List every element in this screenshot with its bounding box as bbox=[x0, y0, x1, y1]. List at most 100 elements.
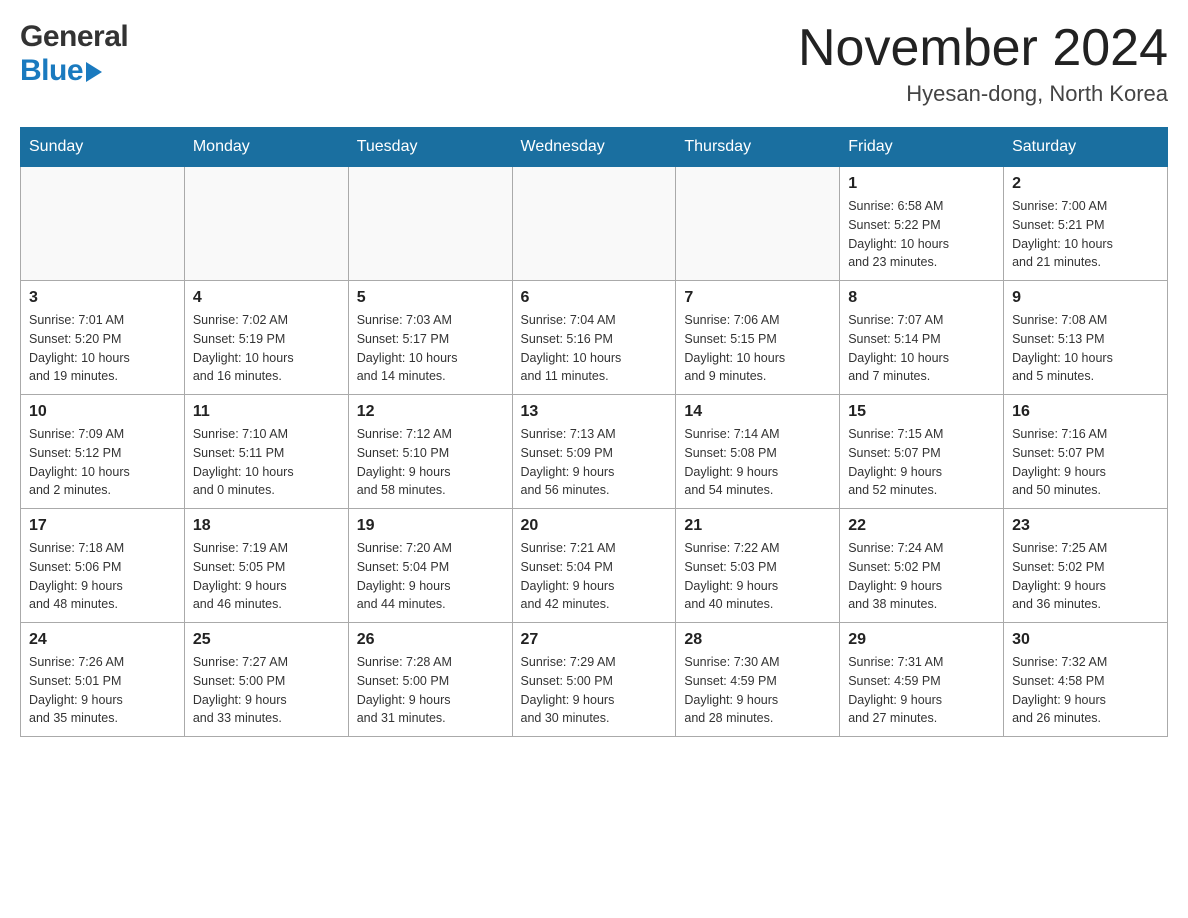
week-row-1: 1 Sunrise: 6:58 AMSunset: 5:22 PMDaylight… bbox=[21, 167, 1168, 281]
calendar-cell: 27 Sunrise: 7:29 AMSunset: 5:00 PMDayligh… bbox=[512, 623, 676, 737]
day-info: Sunrise: 7:24 AMSunset: 5:02 PMDaylight:… bbox=[848, 539, 995, 614]
day-info: Sunrise: 7:16 AMSunset: 5:07 PMDaylight:… bbox=[1012, 425, 1159, 500]
week-row-3: 10Sunrise: 7:09 AMSunset: 5:12 PMDayligh… bbox=[21, 395, 1168, 509]
day-info: Sunrise: 7:22 AMSunset: 5:03 PMDaylight:… bbox=[684, 539, 831, 614]
calendar-cell: 25 Sunrise: 7:27 AMSunset: 5:00 PMDayligh… bbox=[184, 623, 348, 737]
day-number: 27 bbox=[521, 631, 668, 649]
day-info: Sunrise: 7:31 AMSunset: 4:59 PMDaylight:… bbox=[848, 653, 995, 728]
calendar-cell: 10Sunrise: 7:09 AMSunset: 5:12 PMDayligh… bbox=[21, 395, 185, 509]
calendar-cell: 23 Sunrise: 7:25 AMSunset: 5:02 PMDayligh… bbox=[1004, 509, 1168, 623]
calendar-table: SundayMondayTuesdayWednesdayThursdayFrid… bbox=[20, 127, 1168, 737]
week-row-4: 17 Sunrise: 7:18 AMSunset: 5:06 PMDayligh… bbox=[21, 509, 1168, 623]
day-info: Sunrise: 7:28 AMSunset: 5:00 PMDaylight:… bbox=[357, 653, 504, 728]
calendar-cell bbox=[512, 167, 676, 281]
day-info: Sunrise: 7:27 AMSunset: 5:00 PMDaylight:… bbox=[193, 653, 340, 728]
day-info: Sunrise: 7:15 AMSunset: 5:07 PMDaylight:… bbox=[848, 425, 995, 500]
calendar-cell: 24Sunrise: 7:26 AMSunset: 5:01 PMDayligh… bbox=[21, 623, 185, 737]
day-info: Sunrise: 7:04 AMSunset: 5:16 PMDaylight:… bbox=[521, 311, 668, 386]
day-number: 24 bbox=[29, 631, 176, 649]
day-info: Sunrise: 7:12 AMSunset: 5:10 PMDaylight:… bbox=[357, 425, 504, 500]
day-number: 3 bbox=[29, 289, 176, 307]
calendar-cell: 13 Sunrise: 7:13 AMSunset: 5:09 PMDayligh… bbox=[512, 395, 676, 509]
calendar-cell bbox=[184, 167, 348, 281]
location-label: Hyesan-dong, North Korea bbox=[798, 81, 1168, 107]
calendar-cell: 5Sunrise: 7:03 AMSunset: 5:17 PMDaylight… bbox=[348, 281, 512, 395]
logo-arrow-icon bbox=[86, 62, 102, 82]
page-header: General Blue November 2024 Hyesan-dong, … bbox=[20, 20, 1168, 107]
logo-blue: Blue bbox=[20, 54, 128, 88]
day-info: Sunrise: 6:58 AMSunset: 5:22 PMDaylight:… bbox=[848, 197, 995, 272]
day-info: Sunrise: 7:13 AMSunset: 5:09 PMDaylight:… bbox=[521, 425, 668, 500]
calendar-cell: 17 Sunrise: 7:18 AMSunset: 5:06 PMDayligh… bbox=[21, 509, 185, 623]
day-info: Sunrise: 7:18 AMSunset: 5:06 PMDaylight:… bbox=[29, 539, 176, 614]
week-row-5: 24Sunrise: 7:26 AMSunset: 5:01 PMDayligh… bbox=[21, 623, 1168, 737]
day-number: 25 bbox=[193, 631, 340, 649]
day-number: 20 bbox=[521, 517, 668, 535]
day-number: 9 bbox=[1012, 289, 1159, 307]
weekday-header-wednesday: Wednesday bbox=[512, 128, 676, 167]
day-info: Sunrise: 7:08 AMSunset: 5:13 PMDaylight:… bbox=[1012, 311, 1159, 386]
day-number: 17 bbox=[29, 517, 176, 535]
logo: General Blue bbox=[20, 20, 128, 88]
day-info: Sunrise: 7:19 AMSunset: 5:05 PMDaylight:… bbox=[193, 539, 340, 614]
day-info: Sunrise: 7:20 AMSunset: 5:04 PMDaylight:… bbox=[357, 539, 504, 614]
day-info: Sunrise: 7:29 AMSunset: 5:00 PMDaylight:… bbox=[521, 653, 668, 728]
weekday-header-row: SundayMondayTuesdayWednesdayThursdayFrid… bbox=[21, 128, 1168, 167]
calendar-cell: 18 Sunrise: 7:19 AMSunset: 5:05 PMDayligh… bbox=[184, 509, 348, 623]
calendar-cell: 8 Sunrise: 7:07 AMSunset: 5:14 PMDaylight… bbox=[840, 281, 1004, 395]
day-info: Sunrise: 7:02 AMSunset: 5:19 PMDaylight:… bbox=[193, 311, 340, 386]
day-number: 23 bbox=[1012, 517, 1159, 535]
day-number: 29 bbox=[848, 631, 995, 649]
calendar-cell bbox=[348, 167, 512, 281]
day-number: 1 bbox=[848, 175, 995, 193]
calendar-cell: 4 Sunrise: 7:02 AMSunset: 5:19 PMDaylight… bbox=[184, 281, 348, 395]
weekday-header-saturday: Saturday bbox=[1004, 128, 1168, 167]
day-number: 2 bbox=[1012, 175, 1159, 193]
calendar-cell bbox=[21, 167, 185, 281]
calendar-cell: 14Sunrise: 7:14 AMSunset: 5:08 PMDayligh… bbox=[676, 395, 840, 509]
day-info: Sunrise: 7:00 AMSunset: 5:21 PMDaylight:… bbox=[1012, 197, 1159, 272]
calendar-cell: 1 Sunrise: 6:58 AMSunset: 5:22 PMDaylight… bbox=[840, 167, 1004, 281]
weekday-header-tuesday: Tuesday bbox=[348, 128, 512, 167]
day-info: Sunrise: 7:32 AMSunset: 4:58 PMDaylight:… bbox=[1012, 653, 1159, 728]
day-number: 4 bbox=[193, 289, 340, 307]
calendar-cell: 30Sunrise: 7:32 AMSunset: 4:58 PMDayligh… bbox=[1004, 623, 1168, 737]
calendar-cell: 11 Sunrise: 7:10 AMSunset: 5:11 PMDayligh… bbox=[184, 395, 348, 509]
calendar-cell: 7Sunrise: 7:06 AMSunset: 5:15 PMDaylight… bbox=[676, 281, 840, 395]
week-row-2: 3 Sunrise: 7:01 AMSunset: 5:20 PMDaylight… bbox=[21, 281, 1168, 395]
day-number: 13 bbox=[521, 403, 668, 421]
calendar-cell bbox=[676, 167, 840, 281]
title-section: November 2024 Hyesan-dong, North Korea bbox=[798, 20, 1168, 107]
calendar-cell: 22Sunrise: 7:24 AMSunset: 5:02 PMDayligh… bbox=[840, 509, 1004, 623]
calendar-cell: 9 Sunrise: 7:08 AMSunset: 5:13 PMDaylight… bbox=[1004, 281, 1168, 395]
day-number: 18 bbox=[193, 517, 340, 535]
day-info: Sunrise: 7:07 AMSunset: 5:14 PMDaylight:… bbox=[848, 311, 995, 386]
calendar-cell: 3 Sunrise: 7:01 AMSunset: 5:20 PMDaylight… bbox=[21, 281, 185, 395]
calendar-cell: 26 Sunrise: 7:28 AMSunset: 5:00 PMDayligh… bbox=[348, 623, 512, 737]
weekday-header-friday: Friday bbox=[840, 128, 1004, 167]
logo-general: General bbox=[20, 20, 128, 54]
day-number: 8 bbox=[848, 289, 995, 307]
day-number: 26 bbox=[357, 631, 504, 649]
weekday-header-thursday: Thursday bbox=[676, 128, 840, 167]
day-number: 15 bbox=[848, 403, 995, 421]
calendar-cell: 19 Sunrise: 7:20 AMSunset: 5:04 PMDayligh… bbox=[348, 509, 512, 623]
day-number: 16 bbox=[1012, 403, 1159, 421]
month-title: November 2024 bbox=[798, 20, 1168, 77]
calendar-cell: 2 Sunrise: 7:00 AMSunset: 5:21 PMDaylight… bbox=[1004, 167, 1168, 281]
day-number: 12 bbox=[357, 403, 504, 421]
day-info: Sunrise: 7:01 AMSunset: 5:20 PMDaylight:… bbox=[29, 311, 176, 386]
weekday-header-monday: Monday bbox=[184, 128, 348, 167]
day-info: Sunrise: 7:10 AMSunset: 5:11 PMDaylight:… bbox=[193, 425, 340, 500]
day-info: Sunrise: 7:14 AMSunset: 5:08 PMDaylight:… bbox=[684, 425, 831, 500]
calendar-cell: 16 Sunrise: 7:16 AMSunset: 5:07 PMDayligh… bbox=[1004, 395, 1168, 509]
day-info: Sunrise: 7:25 AMSunset: 5:02 PMDaylight:… bbox=[1012, 539, 1159, 614]
calendar-cell: 12 Sunrise: 7:12 AMSunset: 5:10 PMDayligh… bbox=[348, 395, 512, 509]
day-number: 28 bbox=[684, 631, 831, 649]
day-number: 6 bbox=[521, 289, 668, 307]
day-number: 19 bbox=[357, 517, 504, 535]
day-number: 11 bbox=[193, 403, 340, 421]
day-number: 5 bbox=[357, 289, 504, 307]
day-number: 10 bbox=[29, 403, 176, 421]
calendar-cell: 21Sunrise: 7:22 AMSunset: 5:03 PMDayligh… bbox=[676, 509, 840, 623]
